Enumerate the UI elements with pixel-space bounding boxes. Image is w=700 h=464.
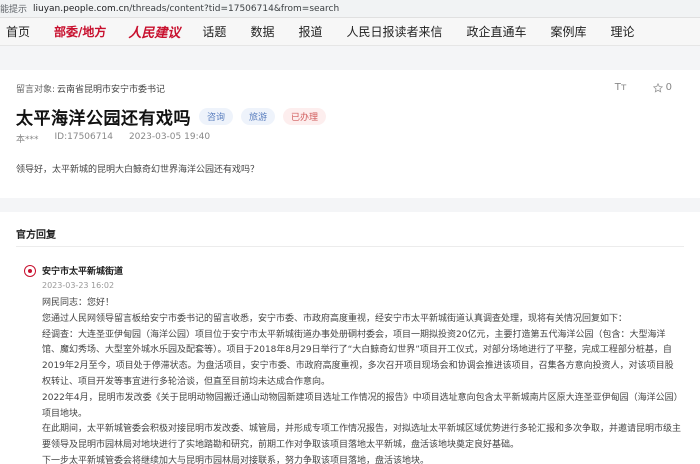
message-meta: 本*** ID:17506714 2023-03-05 19:40 (16, 132, 210, 145)
nav-item-reports[interactable]: 报道 (286, 23, 334, 40)
reply-paragraph: 在此期间，太平新城管委会积极对接昆明市发改委、城管局，并形成专项工作情况报告，对… (42, 424, 682, 451)
star-icon (652, 82, 663, 93)
nav-item-reader-letters[interactable]: 人民日报读者来信 (334, 23, 454, 40)
url-host: liuyan.people.com.cn (33, 3, 130, 14)
nav-logo-renmin-jianyi[interactable]: 人民建议 (118, 22, 190, 41)
reply-time: 2023-03-23 16:02 (42, 281, 115, 290)
section-separator (0, 198, 700, 212)
message-content: 领导好，太平新城的昆明大白鲸奇幻世界海洋公园还有戏吗？ (16, 165, 260, 175)
nav-item-case-library[interactable]: 案例库 (539, 23, 599, 40)
like-button[interactable]: 0 (652, 82, 672, 93)
message-time: 2023-03-05 19:40 (128, 132, 211, 142)
nav-item-data[interactable]: 数据 (238, 23, 286, 40)
reply-paragraph: 下一步太平新城管委会将继续加大与昆明市园林局对接联系，努力争取该项目落地，盘活该… (42, 455, 430, 464)
reply-paragraph: 2022年4月，昆明市发改委《关于昆明动物园搬迁通山动物园新建项目选址工作情况的… (42, 392, 679, 419)
reply-paragraph: 网民同志：您好！ (42, 298, 115, 308)
tag-tourism[interactable]: 旅游 (241, 108, 276, 125)
address-bar[interactable]: 能提示 liuyan.people.com.cn/threads/content… (0, 0, 700, 18)
nav-item-gov-express[interactable]: 政企直通车 (454, 23, 538, 40)
message-card: 留言对象: 云南省昆明市安宁市委书记 Tт 0 太平海洋公园还有戏吗 咨询 旅游… (0, 70, 700, 198)
target-value[interactable]: 云南省昆明市安宁市委书记 (57, 82, 165, 95)
like-count: 0 (665, 82, 672, 93)
top-nav: 首页 部委/地方 人民建议 话题 数据 报道 人民日报读者来信 政企直通车 案例… (0, 18, 700, 46)
reply-body: 网民同志：您好！ 您通过人民网领导留言板给安宁市委书记的留言收悉，安宁市委、市政… (42, 296, 682, 464)
message-target: 留言对象: 云南省昆明市安宁市委书记 (16, 82, 165, 95)
nav-item-ministries[interactable]: 部委/地方 (42, 23, 118, 40)
author-name: 本*** (16, 135, 39, 145)
reply-paragraph: 经调查：大连圣亚伊甸园（海洋公园）项目位于安宁市太平新城街道办事处册硐村委会，项… (42, 329, 674, 387)
target-label: 留言对象: (16, 85, 56, 95)
url-text[interactable]: liuyan.people.com.cn/threads/content?tid… (33, 4, 339, 14)
nav-item-theory[interactable]: 理论 (599, 23, 647, 40)
reply-paragraph: 您通过人民网领导留言板给安宁市委书记的留言收悉，安宁市委、市政府高度重视，经安宁… (42, 313, 628, 324)
url-path: /threads/content?tid=17506714&from=searc… (129, 3, 340, 14)
org-badge-icon (24, 265, 36, 277)
status-badge: 已办理 (283, 108, 327, 125)
page-title: 太平海洋公园还有戏吗 (16, 109, 191, 129)
message-id: ID:17506714 (54, 132, 113, 142)
title-row: 太平海洋公园还有戏吗 咨询 旅游 已办理 (16, 104, 327, 129)
official-reply-heading: 官方回复 (16, 230, 56, 241)
reply-org: 安宁市太平新城街道 2023-03-23 16:02 (24, 264, 123, 290)
nav-item-home[interactable]: 首页 (0, 23, 42, 40)
divider (16, 246, 684, 247)
tag-consult[interactable]: 咨询 (199, 108, 234, 125)
font-size-icon: Tт (614, 82, 627, 93)
header-band (0, 46, 700, 70)
official-reply-section: 官方回复 安宁市太平新城街道 2023-03-23 16:02 网民同志：您好！… (0, 212, 700, 464)
nav-item-topics[interactable]: 话题 (190, 23, 238, 40)
font-size-toggle[interactable]: Tт (615, 82, 627, 93)
message-tools: Tт 0 (589, 82, 672, 93)
tab-fragment: 能提示 (0, 5, 28, 15)
org-name: 安宁市太平新城街道 (42, 267, 124, 277)
